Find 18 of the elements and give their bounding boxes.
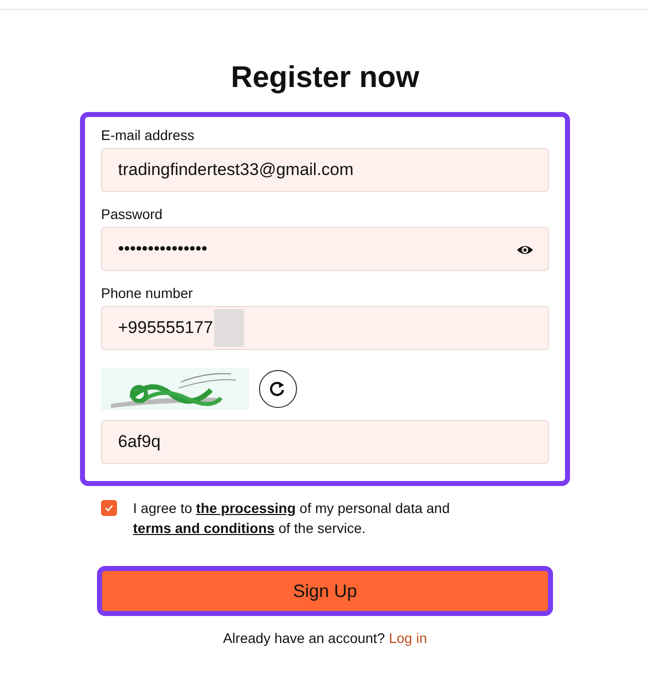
input-field[interactable]: +995555177: [101, 306, 549, 350]
refresh-icon: [269, 380, 287, 398]
input-field[interactable]: •••••••••••••••: [101, 227, 549, 271]
link[interactable]: terms and conditions: [133, 520, 275, 536]
field-label: Password: [101, 206, 164, 222]
checkbox[interactable]: [101, 500, 117, 516]
field-label: Phone number: [101, 285, 194, 301]
captcha-field[interactable]: 6af9q: [101, 420, 549, 464]
input-field[interactable]: tradingfindertest33@gmail.com: [101, 148, 549, 192]
consent-text: I agree to the processing of my personal data and terms and conditions of the service.: [133, 499, 451, 538]
footer-text: Already have an account?: [222, 630, 385, 646]
refresh-button[interactable]: [259, 370, 297, 408]
page-title: Register now: [230, 60, 420, 96]
check-icon: [104, 503, 114, 513]
link[interactable]: the processing: [196, 500, 296, 516]
field-label: E-mail address: [101, 127, 196, 143]
login-link[interactable]: Log in: [388, 630, 428, 646]
sign-up-button[interactable]: Sign Up: [102, 571, 548, 611]
